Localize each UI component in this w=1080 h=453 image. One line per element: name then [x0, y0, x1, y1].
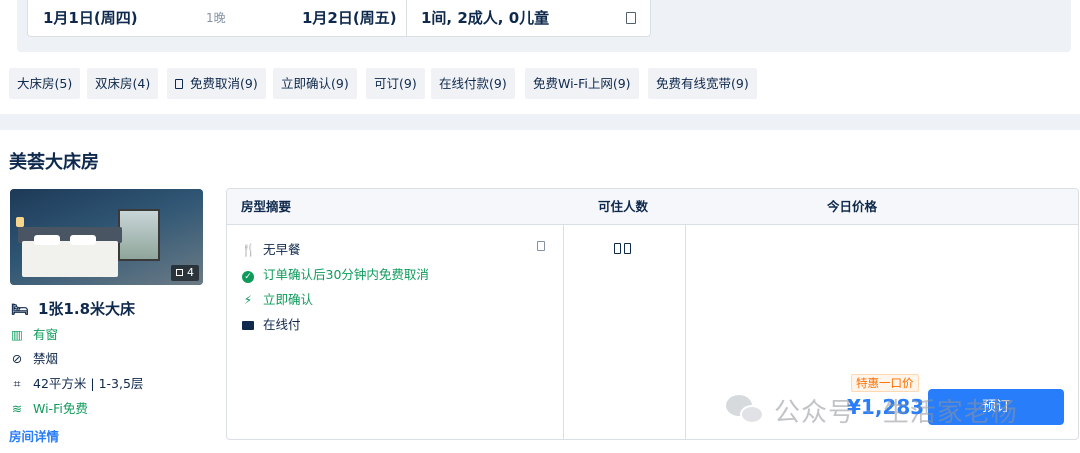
image-icon [176, 269, 183, 276]
room-details-link[interactable]: 房间详情 [9, 426, 59, 445]
nights-count: 1晚 [206, 11, 226, 25]
occupancy-icons [614, 243, 634, 257]
bed-text: 1张1.8米大床 [38, 300, 136, 318]
card-icon [242, 321, 254, 330]
photo-pillow [70, 235, 96, 245]
room-photo[interactable]: 4 [10, 189, 203, 285]
perk-cancel-text[interactable]: 订单确认后30分钟内免费取消 [263, 267, 429, 282]
perk-payment: 在线付 [241, 314, 301, 333]
filter-chip-label: 可订(9) [374, 76, 417, 91]
perk-confirm: ⚡ 立即确认 [241, 289, 313, 308]
wifi-info: ≋ Wi-Fi免费 [9, 398, 88, 417]
header-occupancy: 可住人数 [598, 199, 649, 214]
header-summary: 房型摘要 [241, 199, 292, 214]
room-title: 美荟大床房 [9, 152, 99, 173]
check-circle-icon: ✓ [242, 271, 254, 283]
table-header: 房型摘要 可住人数 今日价格 [227, 189, 1078, 225]
filter-chip-label: 免费取消(9) [190, 76, 258, 91]
filter-chip-label: 双床房(4) [95, 76, 151, 91]
perk-confirm-text: 立即确认 [263, 292, 314, 307]
wechat-icon [726, 393, 766, 427]
photo-pillow [34, 235, 60, 245]
filter-chip-label: 免费有线宽带(9) [656, 76, 749, 91]
dropdown-icon[interactable] [626, 12, 636, 24]
area-icon: ⌗ [13, 376, 21, 391]
guests-selector[interactable]: 1间, 2成人, 0儿童 [421, 0, 549, 36]
window-info: ▥ 有窗 [9, 324, 58, 343]
person-icon [614, 243, 621, 254]
window-icon: ▥ [11, 327, 23, 342]
info-icon[interactable] [537, 241, 545, 251]
filter-chip-label: 立即确认(9) [281, 76, 349, 91]
filter-chip-available[interactable]: 可订(9) [366, 68, 425, 99]
filter-chip-label: 大床房(5) [17, 76, 73, 91]
person-icon [624, 243, 631, 254]
filter-chip-online-pay[interactable]: 在线付款(9) [431, 68, 515, 99]
checkout-date[interactable]: 1月2日(周五) [302, 0, 397, 36]
checkbox-icon [175, 79, 183, 89]
filter-chip-free-broadband[interactable]: 免费有线宽带(9) [648, 68, 757, 99]
search-band: 1月1日(周四) 1晚 1月2日(周五) 1间, 2成人, 0儿童 [17, 0, 1071, 52]
perk-meal-text: 无早餐 [263, 242, 301, 257]
search-divider [406, 0, 407, 36]
filter-chip-twin[interactable]: 双床房(4) [87, 68, 159, 99]
photo-count-badge[interactable]: 4 [171, 265, 199, 281]
photo-lamp [16, 217, 24, 227]
header-price: 今日价格 [827, 199, 878, 214]
filter-chip-king[interactable]: 大床房(5) [9, 68, 81, 99]
bed-info: 🛏 1张1.8米大床 [9, 298, 135, 319]
wifi-icon: ≋ [11, 401, 23, 416]
smoking-text: 禁烟 [33, 351, 59, 366]
section-divider [0, 114, 1080, 130]
photo-count: 4 [187, 266, 194, 279]
perk-meal: 🍴 无早餐 [241, 239, 301, 258]
no-smoking-icon: ⊘ [11, 351, 23, 366]
perk-cancel: ✓ 订单确认后30分钟内免费取消 [241, 264, 429, 283]
area-text: 42平方米 | 1-3,5层 [33, 376, 144, 391]
lightning-icon: ⚡ [243, 293, 253, 307]
smoking-info: ⊘ 禁烟 [9, 348, 58, 367]
photo-window [118, 209, 160, 261]
no-breakfast-icon: 🍴 [241, 243, 256, 257]
filter-chip-label: 在线付款(9) [439, 76, 507, 91]
filter-chip-instant-confirm[interactable]: 立即确认(9) [273, 68, 357, 99]
bed-icon: 🛏 [11, 302, 29, 318]
wifi-text: Wi-Fi免费 [33, 401, 88, 416]
checkin-date[interactable]: 1月1日(周四) [43, 0, 138, 36]
column-divider [563, 225, 564, 439]
watermark: 公众号 · 生活家老杨 [726, 390, 1018, 430]
perk-payment-text: 在线付 [263, 317, 301, 332]
watermark-text: 公众号 · 生活家老杨 [774, 397, 1018, 428]
filter-chip-free-cancel[interactable]: 免费取消(9) [167, 68, 266, 99]
window-text: 有窗 [33, 327, 59, 342]
area-info: ⌗ 42平方米 | 1-3,5层 [9, 373, 143, 392]
search-box: 1月1日(周四) 1晚 1月2日(周五) 1间, 2成人, 0儿童 [27, 0, 651, 37]
photo-bed [22, 241, 118, 277]
filter-chip-label: 免费Wi-Fi上网(9) [533, 76, 631, 91]
filter-chip-free-wifi[interactable]: 免费Wi-Fi上网(9) [525, 68, 639, 99]
column-divider [685, 225, 686, 439]
